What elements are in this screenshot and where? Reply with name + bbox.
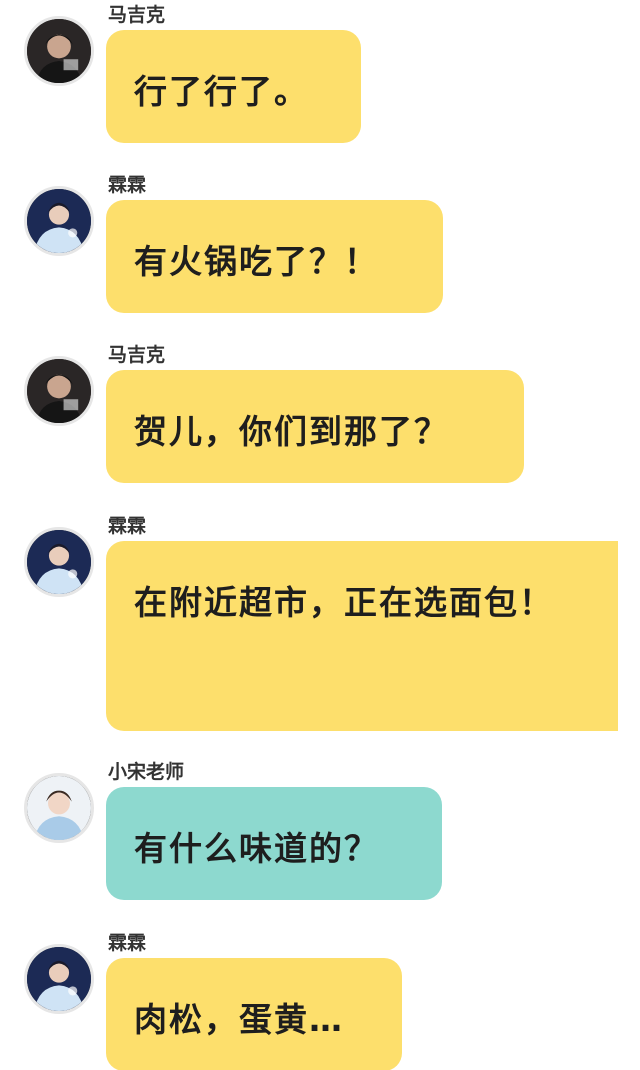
blue-avatar-icon[interactable] [24, 527, 94, 597]
message-bubble[interactable]: 有火锅吃了？！ [106, 200, 443, 313]
blue-avatar-icon[interactable] [24, 944, 94, 1014]
message-text: 贺儿，你们到那了？ [134, 412, 449, 451]
sender-name: 小宋老师 [108, 761, 185, 783]
message-bubble[interactable]: 在附近超市，正在选面包！ [106, 541, 618, 731]
message-text: 肉松，蛋黄… [134, 1000, 344, 1039]
light-avatar-icon[interactable] [24, 773, 94, 843]
message-bubble[interactable]: 肉松，蛋黄… [106, 958, 402, 1070]
blue-avatar-icon[interactable] [24, 186, 94, 256]
message-bubble[interactable]: 行了行了。 [106, 30, 361, 143]
message-bubble[interactable]: 有什么味道的？ [106, 787, 442, 900]
dark-avatar-icon[interactable] [24, 356, 94, 426]
message-bubble[interactable]: 贺儿，你们到那了？ [106, 370, 524, 483]
sender-name: 霖霖 [108, 174, 147, 196]
message-text: 行了行了。 [134, 72, 309, 111]
sender-name: 霖霖 [108, 932, 147, 954]
message-text: 有什么味道的？ [134, 829, 379, 868]
dark-avatar-icon[interactable] [24, 16, 94, 86]
message-text: 有火锅吃了？！ [134, 242, 379, 281]
message-text: 在附近超市，正在选面包！ [134, 583, 554, 622]
sender-name: 马吉克 [108, 4, 166, 26]
sender-name: 霖霖 [108, 515, 147, 537]
chat-thread: 马吉克 行了行了。 霖霖 有火锅吃了？！ 马吉克 贺儿，你们到那了？ 霖霖 在附… [0, 0, 640, 1070]
sender-name: 马吉克 [108, 344, 166, 366]
